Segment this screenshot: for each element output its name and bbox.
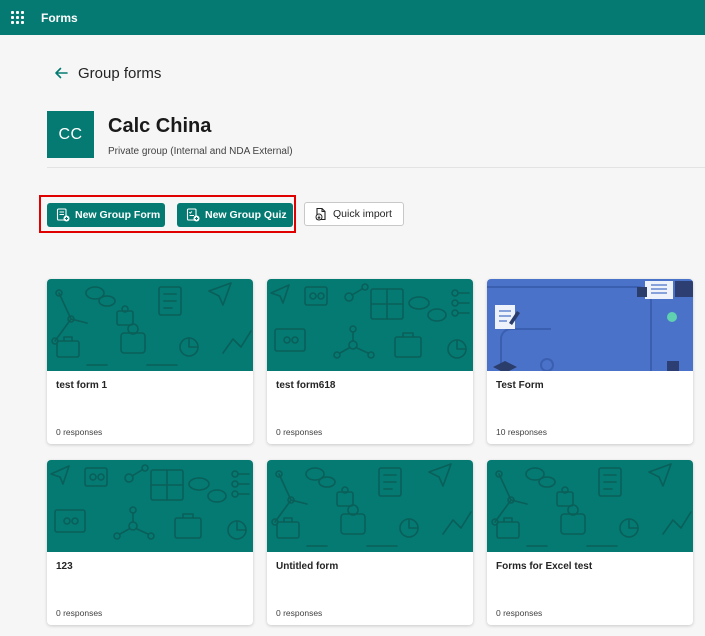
card-banner (47, 460, 253, 552)
new-group-quiz-label: New Group Quiz (205, 209, 287, 221)
form-card-test-form618[interactable]: test form618 0 responses (267, 279, 473, 444)
card-responses: 0 responses (276, 427, 323, 437)
card-banner (267, 460, 473, 552)
group-description: Private group (Internal and NDA External… (108, 146, 293, 157)
card-banner (487, 460, 693, 552)
top-bar: Forms (0, 0, 705, 35)
form-card-forms-for-excel-test[interactable]: Forms for Excel test 0 responses (487, 460, 693, 625)
card-banner (267, 279, 473, 371)
form-card-test-form[interactable]: Test Form 10 responses (487, 279, 693, 444)
card-banner-quiz (487, 279, 693, 371)
app-name[interactable]: Forms (41, 11, 78, 25)
new-quiz-icon (186, 208, 200, 222)
waffle-icon[interactable] (11, 11, 24, 24)
divider (47, 167, 705, 168)
form-card-test-form-1[interactable]: test form 1 0 responses (47, 279, 253, 444)
card-responses: 0 responses (496, 608, 543, 618)
new-group-quiz-button[interactable]: New Group Quiz (177, 203, 293, 227)
import-icon (315, 207, 326, 221)
quick-import-label: Quick import (333, 208, 392, 220)
form-card-123[interactable]: 123 0 responses (47, 460, 253, 625)
card-title: test form 1 (56, 380, 108, 391)
card-responses: 0 responses (56, 608, 103, 618)
group-avatar: CC (47, 111, 94, 158)
card-responses: 0 responses (276, 608, 323, 618)
card-responses: 10 responses (496, 427, 548, 437)
card-responses: 0 responses (56, 427, 103, 437)
new-group-form-label: New Group Form (75, 209, 161, 221)
card-title: test form618 (276, 380, 336, 391)
page-title: Group forms (78, 65, 162, 82)
group-name: Calc China (108, 115, 212, 137)
new-form-icon (56, 208, 70, 222)
new-group-form-button[interactable]: New Group Form (47, 203, 165, 227)
quick-import-button[interactable]: Quick import (304, 202, 404, 226)
arrow-left-icon[interactable] (52, 64, 70, 82)
form-card-untitled-form[interactable]: Untitled form 0 responses (267, 460, 473, 625)
card-title: Forms for Excel test (496, 561, 593, 572)
card-banner (47, 279, 253, 371)
card-title: 123 (56, 561, 73, 572)
card-title: Untitled form (276, 561, 339, 572)
card-title: Test Form (496, 380, 544, 391)
